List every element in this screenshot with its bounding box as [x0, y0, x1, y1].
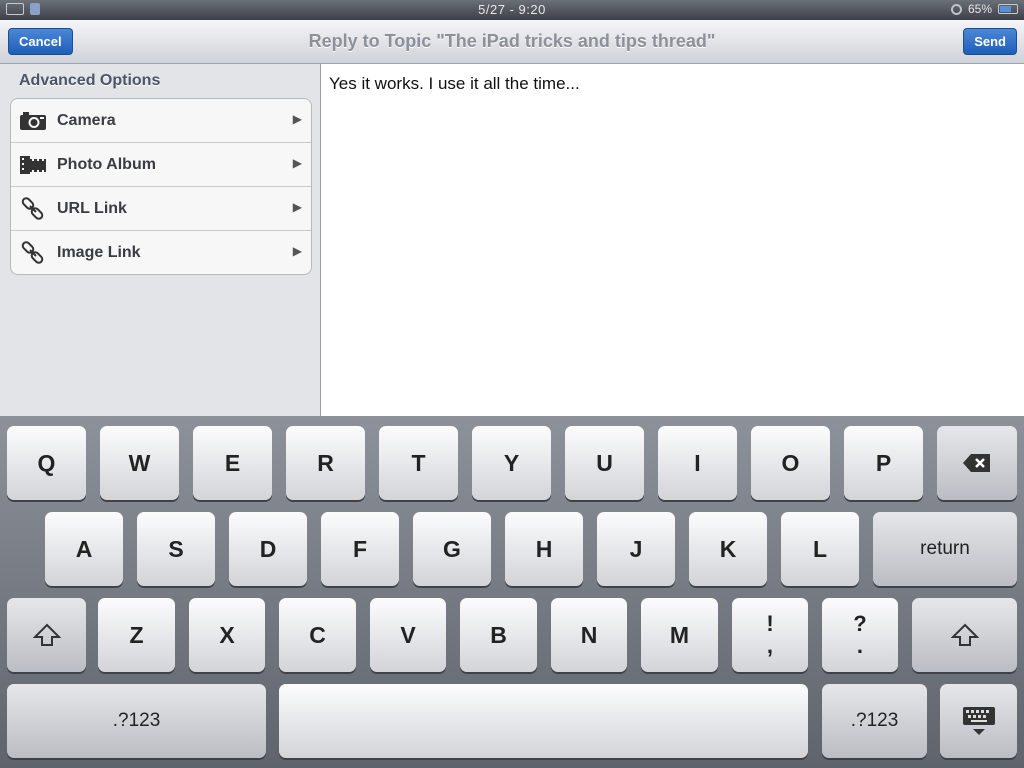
- key-e[interactable]: E: [193, 426, 272, 500]
- page-title: Reply to Topic "The iPad tricks and tips…: [308, 31, 716, 51]
- key-n[interactable]: N: [551, 598, 627, 672]
- shift-icon: [950, 623, 979, 646]
- key-w[interactable]: W: [100, 426, 179, 500]
- key-l[interactable]: L: [781, 512, 859, 586]
- chevron-right-icon: ▶: [292, 200, 302, 214]
- return-key[interactable]: return: [873, 512, 1017, 586]
- option-photo-album[interactable]: Photo Album ▶: [11, 143, 311, 187]
- option-camera[interactable]: Camera ▶: [11, 99, 311, 143]
- keyboard-hide-icon: [962, 707, 995, 735]
- link-icon: [18, 240, 48, 266]
- key-bottom-char: .: [856, 633, 864, 658]
- key-k[interactable]: K: [689, 512, 767, 586]
- chevron-right-icon: ▶: [292, 112, 302, 126]
- send-button[interactable]: Send: [963, 28, 1017, 55]
- key-top-char: !: [766, 611, 774, 636]
- key-bottom-char: ,: [766, 633, 774, 658]
- option-label: Image Link: [57, 243, 141, 261]
- key-d[interactable]: D: [229, 512, 307, 586]
- option-label: URL Link: [57, 199, 127, 217]
- numbers-key-right[interactable]: .?123: [822, 684, 927, 758]
- key-f[interactable]: F: [321, 512, 399, 586]
- numbers-key-left[interactable]: .?123: [7, 684, 266, 758]
- advanced-options-header: Advanced Options: [19, 72, 161, 89]
- key-q[interactable]: Q: [7, 426, 86, 500]
- key-a[interactable]: A: [45, 512, 123, 586]
- chevron-right-icon: ▶: [292, 244, 302, 258]
- key-r[interactable]: R: [286, 426, 365, 500]
- status-time: 5/27 - 9:20: [478, 2, 546, 17]
- orientation-lock-icon: [950, 3, 962, 15]
- key-exclaim-comma[interactable]: ! ,: [732, 598, 808, 672]
- key-g[interactable]: G: [413, 512, 491, 586]
- camera-icon: [18, 108, 48, 134]
- on-screen-keyboard: Q W E R T Y U I O P A S D F G H J K L re…: [0, 416, 1024, 768]
- key-i[interactable]: I: [658, 426, 737, 500]
- key-t[interactable]: T: [379, 426, 458, 500]
- backspace-icon: [963, 454, 990, 472]
- key-m[interactable]: M: [641, 598, 718, 672]
- hide-keyboard-key[interactable]: [940, 684, 1017, 758]
- key-u[interactable]: U: [565, 426, 644, 500]
- key-o[interactable]: O: [751, 426, 830, 500]
- reply-text: Yes it works. I use it all the time...: [329, 74, 580, 93]
- chevron-right-icon: ▶: [292, 156, 302, 170]
- status-bar: 5/27 - 9:20 65%: [0, 0, 1024, 20]
- key-question-period[interactable]: ? .: [822, 598, 898, 672]
- backspace-key[interactable]: [937, 426, 1017, 500]
- key-p[interactable]: P: [844, 426, 923, 500]
- key-h[interactable]: H: [505, 512, 583, 586]
- key-v[interactable]: V: [370, 598, 446, 672]
- key-z[interactable]: Z: [98, 598, 175, 672]
- battery-icon: [998, 4, 1018, 14]
- shift-icon: [32, 623, 61, 646]
- advanced-options-panel: Advanced Options Camera ▶ Photo Album ▶ …: [0, 64, 321, 416]
- link-icon: [18, 196, 48, 222]
- key-j[interactable]: J: [597, 512, 675, 586]
- option-image-link[interactable]: Image Link ▶: [11, 231, 311, 274]
- options-list: Camera ▶ Photo Album ▶ URL Link ▶ Image …: [10, 98, 312, 275]
- space-bar[interactable]: [279, 684, 808, 758]
- shift-key-right[interactable]: [912, 598, 1017, 672]
- key-top-char: ?: [853, 611, 867, 636]
- key-c[interactable]: C: [279, 598, 356, 672]
- option-label: Photo Album: [57, 155, 156, 173]
- key-s[interactable]: S: [137, 512, 215, 586]
- reply-text-area[interactable]: Yes it works. I use it all the time...: [321, 64, 1024, 416]
- shift-key-left[interactable]: [7, 598, 86, 672]
- key-y[interactable]: Y: [472, 426, 551, 500]
- navigation-bar: Cancel Reply to Topic "The iPad tricks a…: [0, 20, 1024, 64]
- key-x[interactable]: X: [189, 598, 265, 672]
- option-label: Camera: [57, 111, 116, 129]
- key-b[interactable]: B: [460, 598, 537, 672]
- battery-percent: 65%: [967, 2, 992, 16]
- film-icon: [18, 152, 48, 178]
- option-url-link[interactable]: URL Link ▶: [11, 187, 311, 231]
